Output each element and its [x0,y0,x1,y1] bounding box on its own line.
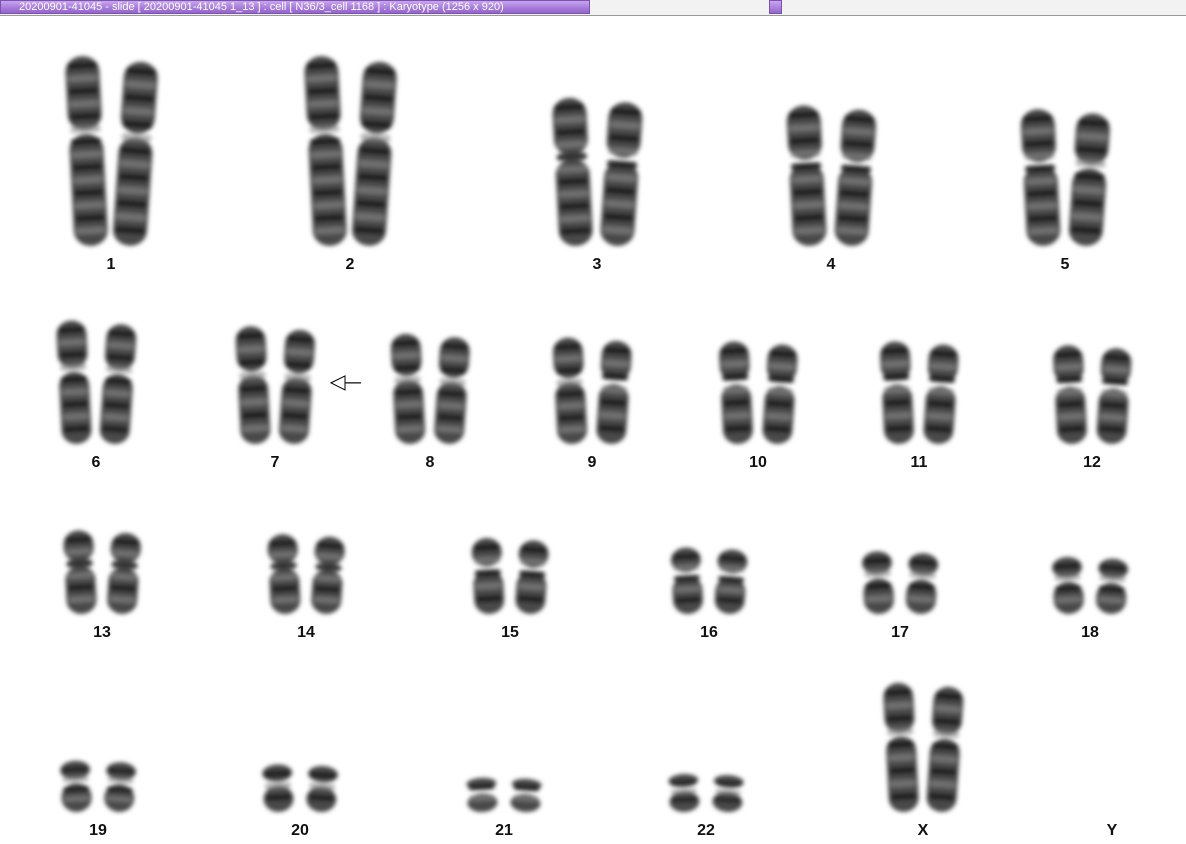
pair-label-7: 7 [271,454,280,471]
title-bar: 20200901-41045 - slide [ 20200901-41045 … [0,0,1186,16]
chromosome-16-b [714,549,748,614]
arrow-left-outline-icon [329,375,361,391]
pair-label-16: 16 [700,624,718,641]
chromosome-5-b [1068,113,1110,246]
pair-label-5: 5 [1061,256,1070,273]
chromosome-19-a [60,760,92,812]
chromosome-X-a [883,682,919,812]
pair-label-18: 18 [1081,624,1099,641]
chromosome-8-b [434,337,470,444]
chromosome-3-a [552,97,593,246]
pair-label-13: 13 [93,624,111,641]
pair-label-1: 1 [107,256,116,273]
chromosome-13-a [63,530,97,614]
chromosome-2-b [352,61,397,246]
pair-label-21: 21 [495,822,513,839]
chromosome-18-a [1052,557,1084,614]
chromosome-6-a [56,320,92,444]
pair-label-X: X [918,822,929,839]
karyotype-canvas: 1 2 3 4 56 7 8 9 10 11 1213 14 15 16 17 1819 20 21 22 X Y [56,56,1132,839]
pair-label-6: 6 [92,454,101,471]
chromosome-5-a [1020,109,1061,246]
chromosome-7-b [278,329,316,444]
chromosome-22-a [668,773,700,813]
pair-label-4: 4 [827,256,836,273]
chromosome-9-b [596,340,632,444]
title-bar-marker [769,0,782,14]
chromosome-20-a [262,764,294,812]
chromosome-1-a [65,56,108,246]
pair-label-20: 20 [291,822,309,839]
chromosome-1-b [113,61,158,246]
pair-label-10: 10 [749,454,767,471]
pair-label-22: 22 [697,822,715,839]
chromosome-22-b [712,775,744,813]
pair-label-14: 14 [297,624,315,641]
pair-label-17: 17 [891,624,909,641]
pair-label-8: 8 [426,454,435,471]
pair-label-2: 2 [346,256,355,273]
chromosome-10-a [719,341,753,444]
pair-label-Y: Y [1107,822,1118,839]
pair-label-11: 11 [911,454,928,471]
chromosome-10-b [762,344,798,444]
pair-label-9: 9 [588,454,597,471]
chromosome-13-b [107,532,141,614]
chromosome-14-a [267,534,301,614]
chromosome-15-b [515,540,549,614]
chromosome-15-a [471,538,505,614]
chromosome-3-b [600,102,643,246]
chromosome-8-a [390,333,426,444]
chromosome-19-b [104,762,137,812]
chromosome-11-b [923,344,959,444]
chromosome-2-a [304,56,347,246]
window-title: 20200901-41045 - slide [ 20200901-41045 … [0,0,590,14]
chromosome-7-a [235,326,271,444]
chromosome-17-b [905,553,939,614]
pair-label-12: 12 [1083,454,1101,471]
pair-label-3: 3 [593,256,602,273]
chromosome-17-a [861,551,894,614]
chromosome-20-b [306,765,339,812]
chromosome-18-b [1096,558,1129,614]
chromosome-21-a [466,777,498,813]
pair-label-15: 15 [501,624,519,641]
chromosome-12-a [1053,345,1087,444]
chromosome-21-b [510,778,542,813]
chromosome-14-b [311,536,345,614]
chromosome-9-a [552,337,588,444]
chromosome-4-b [834,109,877,246]
chromosome-12-b [1096,348,1132,444]
chromosome-4-a [786,105,827,246]
chromosome-X-b [926,686,964,812]
chromosome-6-b [99,324,137,444]
pair-label-19: 19 [89,822,107,839]
chromosome-11-a [880,341,914,444]
chromosome-16-a [670,547,704,614]
